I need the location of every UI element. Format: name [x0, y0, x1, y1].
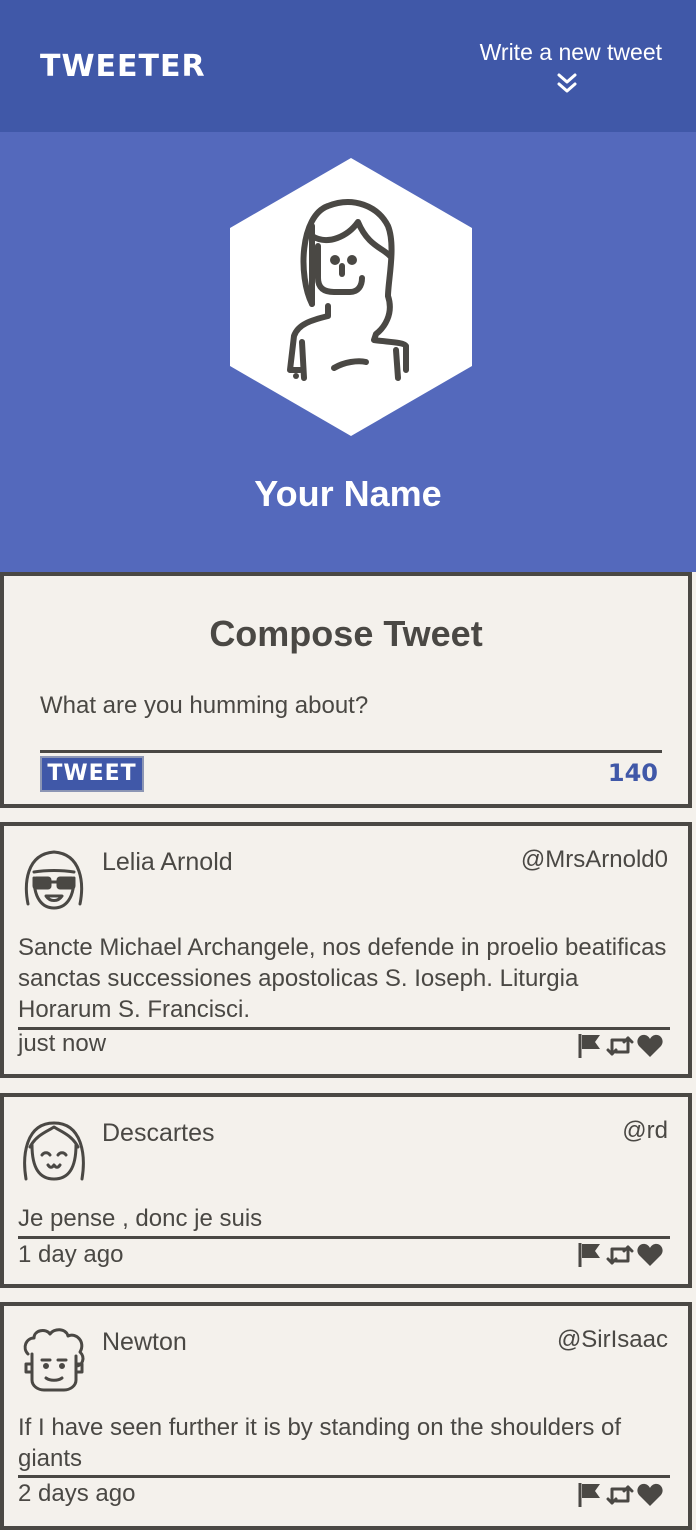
app-logo[interactable]: TWEETER	[40, 48, 206, 86]
tweet-author-name[interactable]: Descartes	[102, 1117, 215, 1149]
tweet-card: Lelia Arnold @MrsArnold0 Sancte Michael …	[0, 822, 692, 1078]
tweet-timestamp: just now	[18, 1030, 107, 1057]
compose-tweet-card: Compose Tweet TWEET 140	[0, 572, 692, 808]
tweet-actions	[576, 1241, 664, 1269]
top-nav: TWEETER Write a new tweet	[0, 0, 696, 132]
write-new-tweet-toggle[interactable]: Write a new tweet	[442, 38, 662, 93]
compose-divider	[40, 750, 662, 753]
profile-avatar	[230, 158, 472, 436]
tweet-button[interactable]: TWEET	[40, 756, 144, 792]
tweet-actions	[576, 1032, 664, 1060]
heart-icon[interactable]	[636, 1481, 664, 1509]
retweet-icon[interactable]	[606, 1032, 634, 1060]
tweet-body: Sancte Michael Archangele, nos defende i…	[18, 934, 667, 1023]
tweet-card: Newton @SirIsaac If I have seen further …	[0, 1302, 692, 1530]
flag-icon[interactable]	[576, 1032, 604, 1060]
tweet-author-handle[interactable]: @SirIsaac	[557, 1324, 668, 1356]
flag-icon[interactable]	[576, 1241, 604, 1269]
tweet-timestamp: 1 day ago	[18, 1241, 124, 1268]
double-chevron-down-icon	[557, 73, 577, 93]
tweet-body: Je pense , donc je suis	[18, 1205, 263, 1232]
tweet-author-name[interactable]: Newton	[102, 1326, 187, 1358]
profile-name: Your Name	[254, 473, 442, 514]
flag-icon[interactable]	[576, 1481, 604, 1509]
retweet-icon[interactable]	[606, 1241, 634, 1269]
tweet-divider	[18, 1027, 670, 1030]
tweet-author-handle[interactable]: @rd	[622, 1115, 668, 1147]
char-counter: 140	[607, 759, 658, 787]
tweet-timestamp: 2 days ago	[18, 1480, 136, 1507]
tweet-author-name[interactable]: Lelia Arnold	[102, 846, 233, 878]
tweet-body: If I have seen further it is by standing…	[18, 1414, 622, 1472]
curly-hair-avatar-icon	[23, 1328, 85, 1392]
tweet-input[interactable]	[40, 686, 660, 726]
heart-icon[interactable]	[636, 1032, 664, 1060]
smiling-bob-hair-avatar-icon	[23, 1121, 85, 1181]
compose-title: Compose Tweet	[209, 613, 483, 654]
write-new-tweet-label: Write a new tweet	[479, 39, 662, 65]
girl-sunglasses-avatar-icon	[24, 850, 84, 910]
profile-header: Your Name	[0, 132, 696, 572]
tweet-card: Descartes @rd Je pense , donc je suis 1 …	[0, 1093, 692, 1288]
tweet-actions	[576, 1481, 664, 1509]
retweet-icon[interactable]	[606, 1481, 634, 1509]
tweet-author-handle[interactable]: @MrsArnold0	[521, 844, 668, 876]
heart-icon[interactable]	[636, 1241, 664, 1269]
